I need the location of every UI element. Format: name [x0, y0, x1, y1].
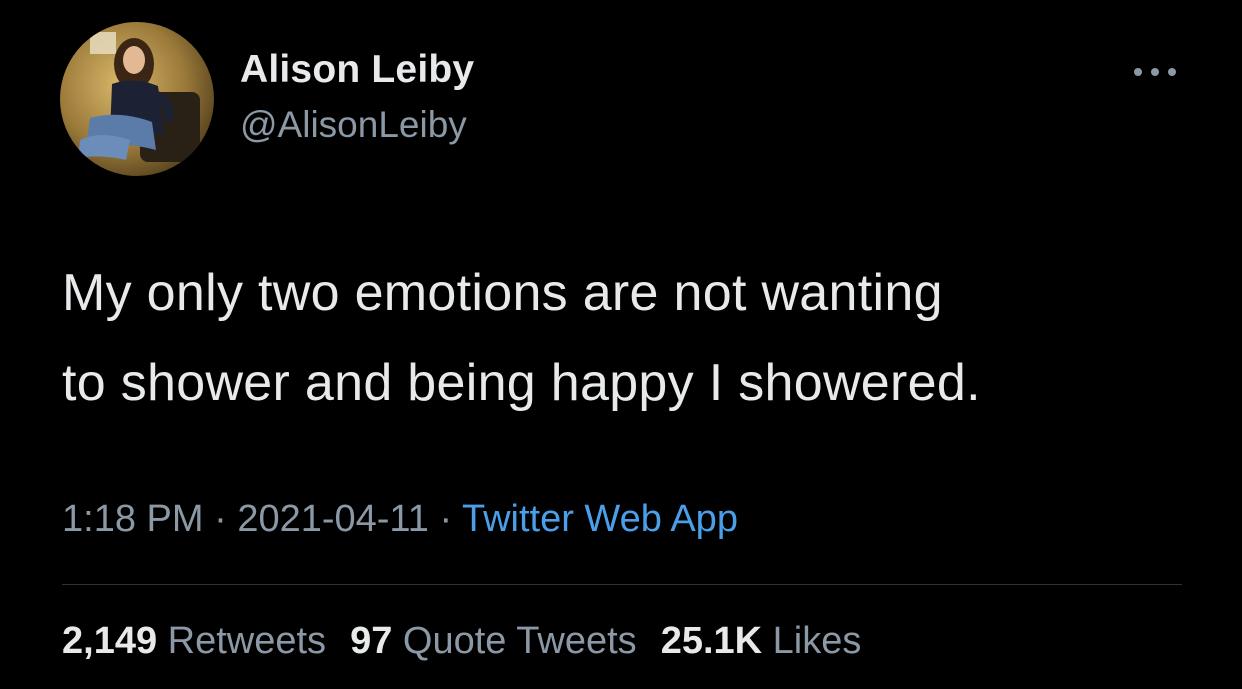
divider	[62, 584, 1182, 585]
meta-separator: ·	[439, 498, 453, 540]
more-dot	[1134, 68, 1142, 76]
meta-separator: ·	[214, 498, 227, 540]
quote-tweets-label: Quote Tweets	[402, 620, 637, 662]
engagement-stats: 2,149 Retweets 97 Quote Tweets 25.1K Likes	[62, 620, 861, 663]
likes-label: Likes	[772, 620, 862, 662]
tweet-text: My only two emotions are not wanting to …	[62, 248, 1182, 428]
tweet-date[interactable]: 2021-04-11	[237, 498, 429, 540]
retweets-stat[interactable]: 2,149 Retweets	[62, 620, 326, 662]
tweet-time[interactable]: 1:18 PM	[62, 498, 204, 540]
tweet-text-line: to shower and being happy I showered.	[62, 354, 981, 412]
retweets-count: 2,149	[62, 620, 158, 662]
likes-count: 25.1K	[660, 620, 763, 662]
more-dot	[1151, 68, 1159, 76]
retweets-label: Retweets	[167, 620, 327, 662]
more-dots-icon[interactable]	[1128, 60, 1182, 84]
author-display-name[interactable]: Alison Leiby	[240, 48, 474, 92]
quote-tweets-count: 97	[350, 620, 393, 662]
quote-tweets-stat[interactable]: 97 Quote Tweets	[350, 620, 637, 662]
avatar-photo	[60, 22, 214, 176]
author-handle[interactable]: @AlisonLeiby	[240, 104, 467, 146]
tweet-card: Alison Leiby @AlisonLeiby My only two em…	[0, 0, 1242, 689]
tweet-source-link[interactable]: Twitter Web App	[462, 498, 738, 540]
tweet-text-line: My only two emotions are not wanting	[62, 264, 943, 322]
likes-stat[interactable]: 25.1K Likes	[661, 620, 862, 662]
avatar[interactable]	[60, 22, 214, 176]
tweet-meta: 1:18 PM · 2021-04-11 · Twitter Web App	[62, 498, 738, 541]
more-dot	[1168, 68, 1176, 76]
